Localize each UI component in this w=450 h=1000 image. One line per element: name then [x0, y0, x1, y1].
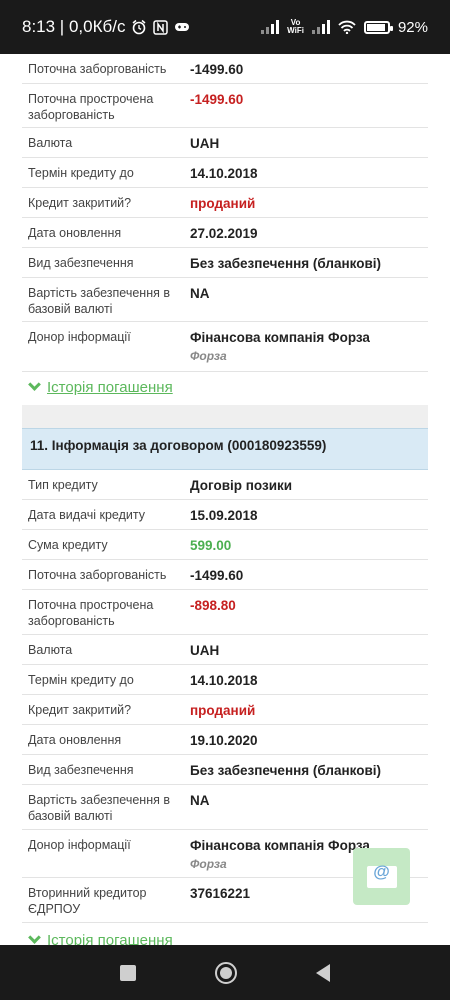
detail-label: Вартість забезпечення в базовій валюті	[28, 793, 170, 823]
detail-row: Кредит закритий? проданий	[22, 188, 428, 218]
detail-row: Вид забезпечення Без забезпечення (бланко…	[22, 755, 428, 785]
chevron-down-icon	[28, 931, 41, 944]
detail-label: Сума кредиту	[28, 538, 108, 552]
gamepad-icon	[175, 22, 190, 31]
detail-row: Термін кредиту до 14.10.2018	[22, 158, 428, 188]
detail-value: UAH	[190, 643, 220, 658]
detail-value: 14.10.2018	[190, 673, 258, 688]
detail-row: Вартість забезпечення в базовій валюті NA	[22, 785, 428, 830]
detail-label: Тип кредиту	[28, 478, 98, 492]
detail-value: 19.10.2020	[190, 733, 258, 748]
detail-label: Дата оновлення	[28, 733, 122, 747]
detail-label: Вид забезпечення	[28, 256, 134, 270]
detail-label: Дата видачі кредиту	[28, 508, 145, 522]
detail-label: Поточна прострочена заборгованість	[28, 598, 154, 628]
vowifi-icon: Vo WiFi	[287, 18, 304, 35]
detail-value: проданий	[190, 703, 256, 718]
status-time-speed: 8:13 | 0,0Кб/с	[22, 17, 126, 36]
detail-label: Кредит закритий?	[28, 703, 132, 717]
detail-value: -1499.60	[190, 92, 244, 107]
email-icon: @	[366, 862, 397, 888]
detail-row: Поточна прострочена заборгованість -898.8…	[22, 590, 428, 635]
contract-11-header: 11. Інформація за договором (00018092355…	[22, 428, 428, 470]
alarm-icon	[132, 19, 146, 35]
signal-icon	[261, 20, 280, 34]
detail-value: -1499.60	[190, 62, 244, 77]
chevron-down-icon	[28, 378, 41, 391]
detail-value: UAH	[190, 136, 220, 151]
detail-row: Поточна заборгованість -1499.60	[22, 560, 428, 590]
detail-row: Валюта UAH	[22, 635, 428, 665]
detail-label: Вартість забезпечення в базовій валюті	[28, 286, 170, 316]
detail-row: Вид забезпечення Без забезпечення (бланко…	[22, 248, 428, 278]
detail-value: -1499.60	[190, 568, 244, 583]
detail-row: Кредит закритий? проданий	[22, 695, 428, 725]
detail-label: Донор інформації	[28, 330, 131, 344]
back-button[interactable]	[316, 963, 331, 982]
detail-label: Дата оновлення	[28, 226, 122, 240]
detail-value: NA	[190, 793, 210, 808]
home-button[interactable]	[214, 961, 237, 984]
status-bar: 8:13 | 0,0Кб/с Vo WiFi 92%	[0, 0, 450, 54]
detail-value: 14.10.2018	[190, 166, 258, 181]
detail-value: Без забезпечення (бланкові)	[190, 763, 381, 778]
detail-label: Термін кредиту до	[28, 673, 134, 687]
detail-row: Поточна заборгованість -1499.60	[22, 54, 428, 84]
detail-label: Валюта	[28, 136, 73, 150]
credit-report-content[interactable]: Поточна заборгованість -1499.60 Поточна пр…	[0, 54, 450, 945]
recent-apps-button[interactable]	[119, 964, 136, 981]
detail-value: 15.09.2018	[190, 508, 258, 523]
detail-row: Тип кредиту Договір позики	[22, 470, 428, 500]
detail-value: 599.00	[190, 538, 232, 553]
detail-value: 27.02.2019	[190, 226, 258, 241]
detail-label: Термін кредиту до	[28, 166, 134, 180]
battery-icon	[363, 20, 393, 34]
detail-row: Поточна прострочена заборгованість -1499.…	[22, 84, 428, 128]
detail-value: NA	[190, 286, 210, 301]
detail-value: проданий	[190, 196, 256, 211]
detail-label: Кредит закритий?	[28, 196, 132, 210]
detail-value: Договір позики	[190, 478, 293, 493]
history-link-11[interactable]: Історія погашення	[28, 931, 173, 945]
detail-row: Термін кредиту до 14.10.2018	[22, 665, 428, 695]
detail-row: Дата видачі кредиту 15.09.2018	[22, 500, 428, 530]
nfc-icon	[153, 19, 169, 35]
email-button[interactable]: @	[353, 848, 410, 905]
section-divider	[22, 405, 428, 428]
detail-value: -898.80	[190, 598, 236, 613]
detail-label: Донор інформації	[28, 838, 131, 852]
detail-row: Валюта UAH	[22, 128, 428, 158]
detail-value: Без забезпечення (бланкові)	[190, 256, 381, 271]
detail-label: Поточна заборгованість	[28, 568, 167, 582]
detail-label: Валюта	[28, 643, 73, 657]
navigation-bar	[0, 945, 450, 1000]
detail-label: Поточна заборгованість	[28, 62, 167, 76]
detail-subvalue: Форза	[190, 349, 227, 363]
detail-label: Поточна прострочена заборгованість	[28, 92, 154, 122]
detail-label: Вторинний кредитор ЄДРПОУ	[28, 886, 147, 916]
detail-row: Сума кредиту 599.00	[22, 530, 428, 560]
detail-row: Донор інформації Фінансова компанія Форза…	[22, 322, 428, 372]
detail-row: Дата оновлення 19.10.2020	[22, 725, 428, 755]
signal-icon-2	[311, 20, 330, 34]
wifi-icon	[338, 20, 356, 34]
battery-percent: 92%	[397, 18, 428, 36]
detail-row: Дата оновлення 27.02.2019	[22, 218, 428, 248]
detail-value: Фінансова компанія Форза Форза	[190, 322, 428, 371]
history-link-10[interactable]: Історія погашення	[28, 378, 173, 396]
detail-label: Вид забезпечення	[28, 763, 134, 777]
detail-row: Вартість забезпечення в базовій валюті NA	[22, 278, 428, 322]
